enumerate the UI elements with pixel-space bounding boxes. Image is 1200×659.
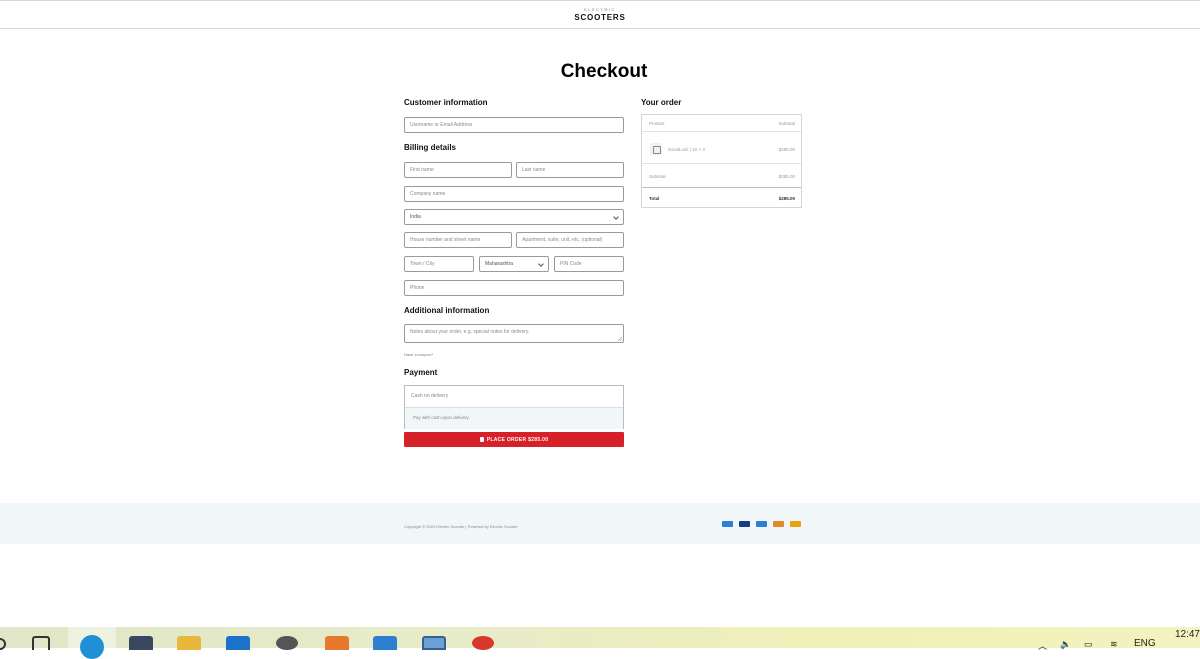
chevron-up-icon[interactable]: ︿ bbox=[1038, 639, 1047, 652]
language-indicator[interactable]: ENG bbox=[1134, 638, 1156, 649]
battery-icon[interactable]: ▭ bbox=[1084, 639, 1093, 650]
clock[interactable]: 12:47 bbox=[1175, 629, 1200, 640]
order-notes-placeholder: Notes about your order, e.g. special not… bbox=[410, 329, 530, 335]
column-header-product: Product bbox=[649, 121, 665, 126]
subtotal-value: $285.00 bbox=[778, 174, 795, 179]
amex-card-icon bbox=[756, 521, 767, 527]
order-summary-table: Product Subtotal GoodLuck | 10 × 3 $285.… bbox=[641, 114, 802, 208]
city-field[interactable]: Town / City bbox=[404, 256, 474, 272]
logo-subtitle: ELECTRIC bbox=[584, 7, 616, 12]
state-select[interactable]: Maharashtra bbox=[479, 256, 549, 272]
order-item-price: $285.00 bbox=[778, 147, 795, 152]
total-value: $285.00 bbox=[778, 196, 795, 201]
copyright-text: Copyright © 2024 Electric Scooter | Powe… bbox=[404, 524, 518, 529]
column-header-subtotal: Subtotal bbox=[778, 121, 795, 126]
site-footer: Copyright © 2024 Electric Scooter | Powe… bbox=[0, 503, 1200, 544]
first-name-field[interactable]: First name bbox=[404, 162, 512, 178]
discover-card-icon bbox=[773, 521, 784, 527]
payment-methods: Cash on delivery Pay with cash upon deli… bbox=[404, 385, 624, 429]
phone-field[interactable]: Phone bbox=[404, 280, 624, 296]
order-notes-field[interactable]: Notes about your order, e.g. special not… bbox=[404, 324, 624, 343]
your-order-heading: Your order bbox=[641, 98, 682, 107]
total-label: Total bbox=[649, 196, 660, 201]
site-header: ELECTRIC SCOOTERS bbox=[0, 0, 1200, 29]
apartment-field[interactable]: Apartment, suite, unit, etc. (optional) bbox=[516, 232, 624, 248]
billing-details-heading: Billing details bbox=[404, 143, 457, 152]
mastercard-card-icon bbox=[790, 521, 801, 527]
logo-title: SCOOTERS bbox=[574, 13, 626, 22]
search-icon[interactable] bbox=[0, 638, 6, 650]
place-order-label: PLACE ORDER $285.00 bbox=[486, 436, 549, 443]
payment-heading: Payment bbox=[404, 368, 438, 377]
username-email-field[interactable]: Username or Email Address bbox=[404, 117, 624, 133]
site-logo[interactable]: ELECTRIC SCOOTERS bbox=[0, 7, 1200, 23]
edge-browser-icon[interactable] bbox=[80, 635, 104, 659]
additional-info-heading: Additional information bbox=[404, 306, 490, 315]
divider bbox=[642, 131, 801, 132]
divider bbox=[642, 187, 801, 188]
lock-icon bbox=[479, 437, 484, 442]
wifi-icon[interactable]: ≋ bbox=[1110, 639, 1118, 650]
os-taskbar: ︿ 🔈 ▭ ≋ ENG 12:47 bbox=[0, 627, 1200, 659]
subtotal-label: Subtotal bbox=[649, 174, 666, 179]
customer-info-heading: Customer information bbox=[404, 98, 488, 107]
page-title: Checkout bbox=[560, 61, 648, 82]
last-name-field[interactable]: Last name bbox=[516, 162, 624, 178]
country-select[interactable]: India bbox=[404, 209, 624, 225]
coupon-link[interactable]: Have a coupon? bbox=[404, 352, 433, 357]
visa-card-icon bbox=[739, 521, 750, 527]
payment-card-icons bbox=[722, 521, 801, 527]
divider bbox=[642, 163, 801, 164]
place-order-button[interactable]: PLACE ORDER $285.00 bbox=[404, 432, 624, 447]
product-thumbnail-icon bbox=[650, 143, 662, 155]
street-address-field[interactable]: House number and street name bbox=[404, 232, 512, 248]
amex-card-icon bbox=[722, 521, 733, 527]
volume-icon[interactable]: 🔈 bbox=[1060, 639, 1071, 650]
payment-method-cod[interactable]: Cash on delivery bbox=[405, 386, 623, 408]
pin-code-field[interactable]: PIN Code bbox=[554, 256, 624, 272]
payment-method-description: Pay with cash upon delivery. bbox=[405, 408, 623, 429]
order-item-name: GoodLuck | 10 × 3 bbox=[668, 147, 705, 152]
company-name-field[interactable]: Company name bbox=[404, 186, 624, 202]
resize-handle-icon[interactable] bbox=[617, 336, 622, 341]
